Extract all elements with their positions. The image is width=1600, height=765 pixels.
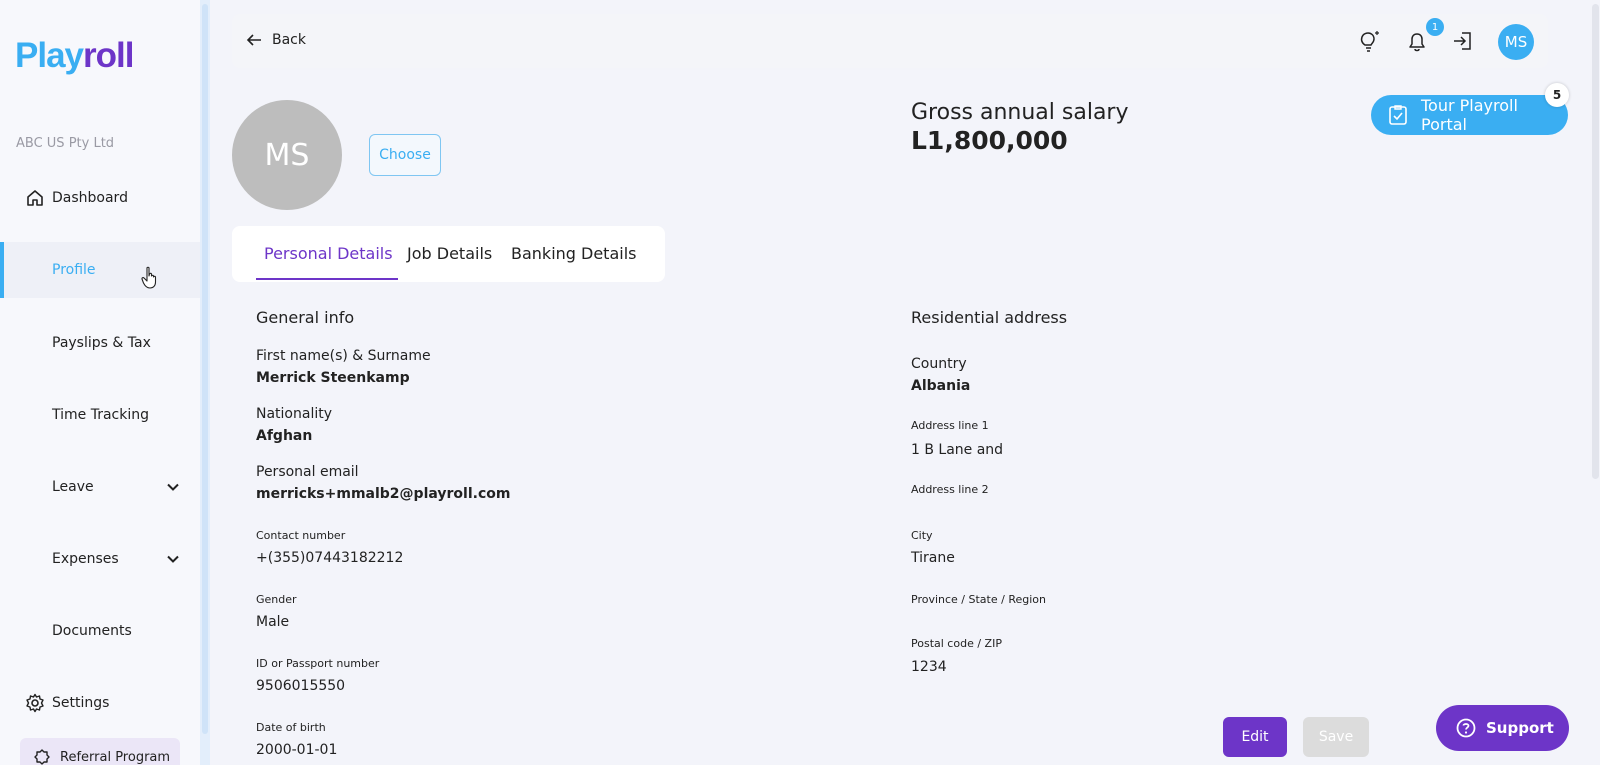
logout-icon[interactable] <box>1450 28 1476 54</box>
salary-value: L1,800,000 <box>911 126 1068 155</box>
address-line1-value: 1 B Lane and <box>911 442 1004 458</box>
sidebar-item-profile[interactable]: Profile <box>0 242 200 298</box>
chevron-down-icon <box>167 555 179 563</box>
sidebar-item-settings[interactable]: Settings <box>0 675 200 731</box>
city-label: City <box>911 529 933 542</box>
notification-badge: 1 <box>1426 18 1444 36</box>
dob-value: 2000-01-01 <box>256 742 338 758</box>
sidebar-scrollbar[interactable] <box>200 0 210 765</box>
active-tab-indicator <box>256 278 398 280</box>
company-name: ABC US Pty Ltd <box>16 136 115 151</box>
playroll-logo[interactable]: Playroll <box>15 36 134 76</box>
tour-label: Tour Playroll Portal <box>1421 96 1518 134</box>
id-value: 9506015550 <box>256 678 346 694</box>
sidebar-item-label: Expenses <box>52 551 119 567</box>
profile-avatar: MS <box>232 100 342 210</box>
residential-address-title: Residential address <box>911 308 1068 327</box>
postal-value: 1234 <box>911 659 947 675</box>
sidebar-item-label: Settings <box>52 695 110 711</box>
sidebar-item-expenses[interactable]: Expenses <box>0 531 200 587</box>
sidebar-item-label: Profile <box>52 262 96 278</box>
tab-job-details[interactable]: Job Details <box>407 244 492 263</box>
nationality-label: Nationality <box>256 406 333 422</box>
gender-label: Gender <box>256 593 297 606</box>
arrow-left-icon <box>246 34 261 46</box>
country-label: Country <box>911 356 967 372</box>
gender-value: Male <box>256 614 290 630</box>
contact-value: +(355)07443182212 <box>256 550 404 566</box>
tab-banking-details[interactable]: Banking Details <box>511 244 636 263</box>
tour-badge: 5 <box>1545 83 1569 107</box>
tab-personal-details[interactable]: Personal Details <box>264 244 393 263</box>
checklist-icon <box>1389 105 1407 125</box>
sidebar-item-leave[interactable]: Leave <box>0 459 200 515</box>
tour-portal-button[interactable]: Tour Playroll Portal <box>1371 95 1568 135</box>
sidebar-item-label: Dashboard <box>52 190 128 206</box>
sidebar-item-label: Documents <box>52 623 132 639</box>
id-label: ID or Passport number <box>256 657 380 670</box>
sidebar-item-label: Leave <box>52 479 94 495</box>
bell-icon[interactable] <box>1404 28 1430 54</box>
lightbulb-icon[interactable] <box>1356 28 1382 54</box>
postal-label: Postal code / ZIP <box>911 637 1002 650</box>
user-avatar[interactable]: MS <box>1498 24 1534 60</box>
referral-label: Referral Program <box>60 750 171 765</box>
back-label: Back <box>272 32 306 48</box>
nationality-value: Afghan <box>256 428 313 444</box>
country-value: Albania <box>911 378 971 394</box>
contact-label: Contact number <box>256 529 346 542</box>
profile-tabs: Personal Details Job Details Banking Det… <box>232 226 665 282</box>
gear-icon <box>26 693 44 713</box>
support-label: Support <box>1486 719 1554 737</box>
edit-button[interactable]: Edit <box>1223 717 1287 757</box>
referral-program-button[interactable]: Referral Program <box>20 738 180 765</box>
sidebar-item-label: Payslips & Tax <box>52 335 151 351</box>
sidebar-item-payslips-tax[interactable]: Payslips & Tax <box>0 315 200 371</box>
main-scrollbar[interactable] <box>1591 0 1600 765</box>
sidebar-item-dashboard[interactable]: Dashboard <box>0 170 200 226</box>
back-button[interactable]: Back <box>246 32 306 48</box>
general-info-title: General info <box>256 308 355 327</box>
address-line2-label: Address line 2 <box>911 483 989 496</box>
choose-photo-button[interactable]: Choose <box>369 134 441 176</box>
dob-label: Date of birth <box>256 721 326 734</box>
address-line1-label: Address line 1 <box>911 419 989 432</box>
sidebar-item-time-tracking[interactable]: Time Tracking <box>0 387 200 443</box>
name-value: Merrick Steenkamp <box>256 370 410 386</box>
support-button[interactable]: Support <box>1436 705 1569 751</box>
email-label: Personal email <box>256 464 359 480</box>
badge-icon <box>34 749 50 765</box>
top-bar: Back 1 MS <box>232 14 1548 68</box>
sidebar-item-label: Time Tracking <box>52 407 149 423</box>
hand-cursor-icon <box>141 266 157 289</box>
help-circle-icon <box>1456 718 1476 738</box>
email-value: merricks+mmalb2@playroll.com <box>256 486 511 502</box>
salary-label: Gross annual salary <box>911 100 1129 125</box>
name-label: First name(s) & Surname <box>256 348 431 364</box>
city-value: Tirane <box>911 550 955 566</box>
province-label: Province / State / Region <box>911 593 1046 606</box>
sidebar: Playroll ABC US Pty Ltd Dashboard Profil… <box>0 0 200 765</box>
home-icon <box>27 190 43 206</box>
chevron-down-icon <box>167 483 179 491</box>
sidebar-item-documents[interactable]: Documents <box>0 603 200 659</box>
save-button[interactable]: Save <box>1303 717 1369 757</box>
